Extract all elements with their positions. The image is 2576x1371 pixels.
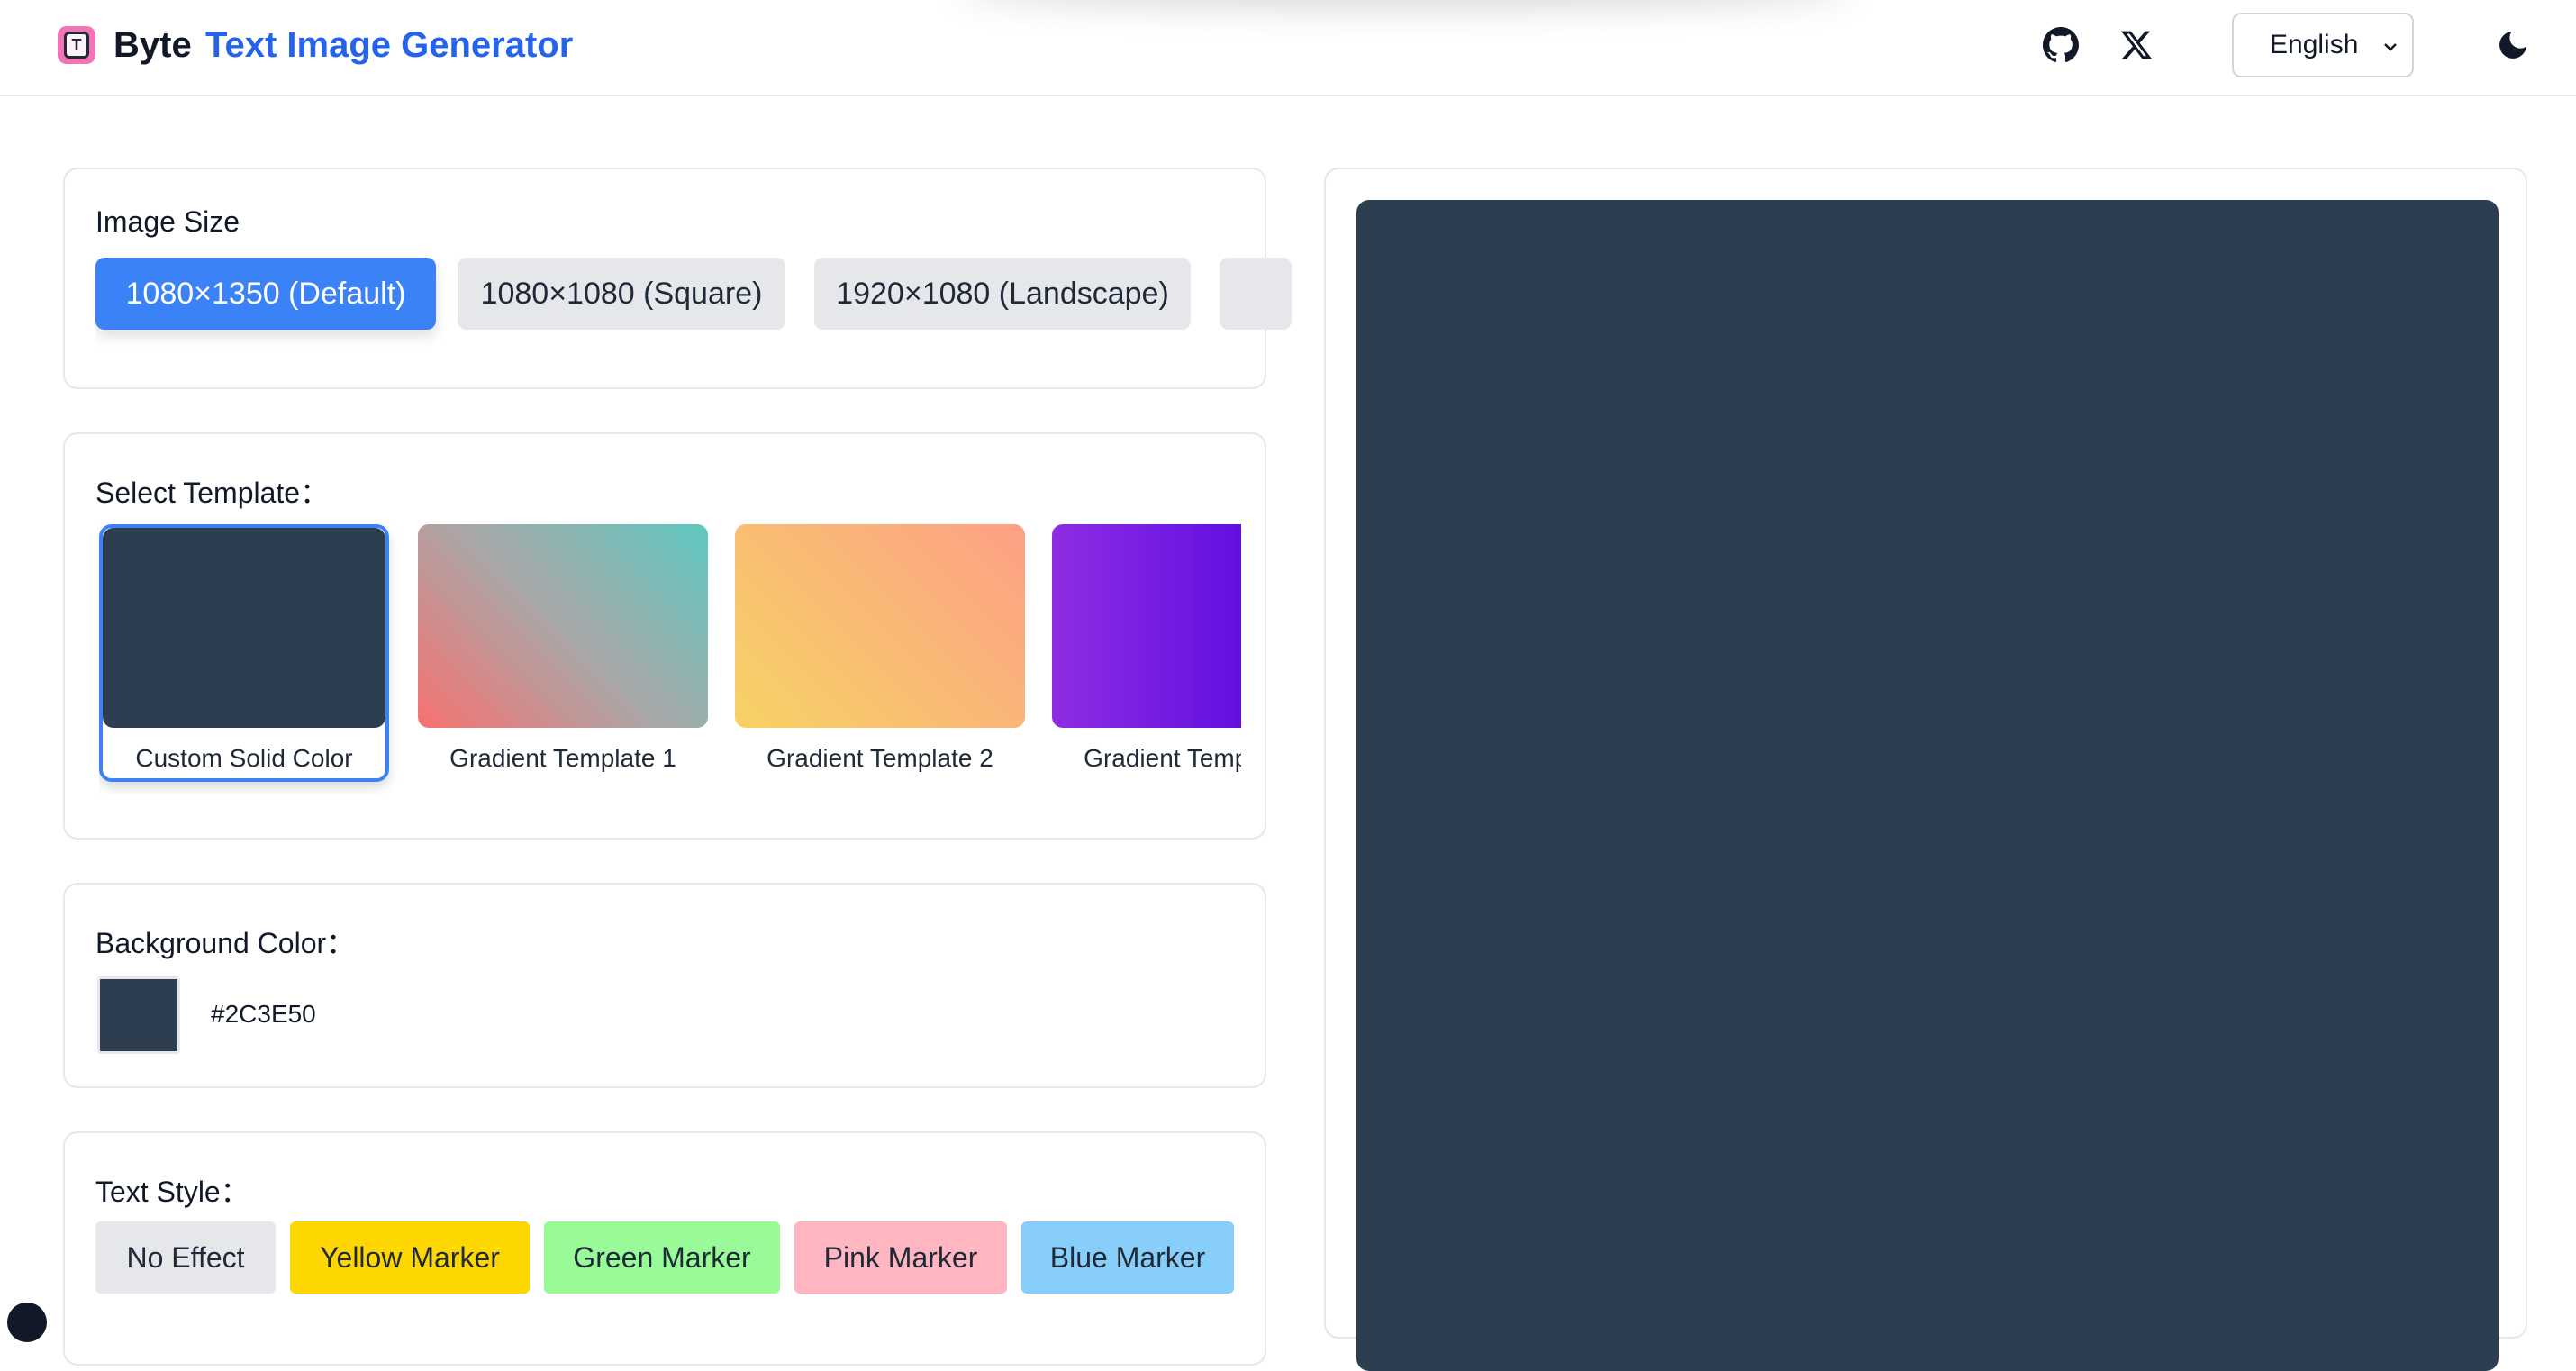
- template-label: Gradient Template 2: [766, 744, 993, 772]
- style-blue-marker[interactable]: Blue Marker: [1021, 1221, 1234, 1294]
- template-label: Custom Solid Color: [135, 744, 353, 772]
- app-logo-icon: T: [58, 26, 95, 64]
- template-label: Gradient Template 1: [449, 744, 676, 772]
- size-option-more[interactable]: [1220, 258, 1292, 330]
- template-swatch: [103, 528, 385, 728]
- template-title: Select Template：: [95, 477, 330, 509]
- template-label: Gradient Template 3: [1084, 744, 1241, 772]
- template-list: Custom Solid Color Gradient Template 1 G…: [99, 524, 1241, 794]
- language-select[interactable]: English: [2232, 13, 2414, 77]
- moon-icon[interactable]: [2491, 23, 2535, 67]
- color-hex-value: #2C3E50: [211, 1000, 316, 1028]
- style-yellow-marker[interactable]: Yellow Marker: [290, 1221, 530, 1294]
- image-size-options: 1080×1350 (Default) 1080×1080 (Square) 1…: [95, 258, 1299, 357]
- image-size-title: Image Size: [95, 205, 240, 238]
- template-gradient-2[interactable]: Gradient Template 2: [735, 524, 1025, 782]
- background-color-card: Background Color： #2C3E50: [63, 883, 1266, 1088]
- brand-subtitle: Text Image Generator: [205, 25, 574, 65]
- template-gradient-3[interactable]: Gradient Template 3: [1052, 524, 1241, 782]
- text-style-title: Text Style：: [95, 1176, 249, 1208]
- brand-name: Byte: [113, 25, 192, 65]
- style-pink-marker[interactable]: Pink Marker: [794, 1221, 1007, 1294]
- preview-card: [1324, 168, 2527, 1371]
- app-header: T Byte Text Image Generator English: [0, 0, 2576, 96]
- floating-action-icon[interactable]: [7, 1303, 47, 1342]
- github-icon[interactable]: [2039, 23, 2082, 67]
- text-style-options: No Effect Yellow Marker Green Marker Pin…: [95, 1221, 1248, 1297]
- template-swatch: [735, 524, 1025, 728]
- language-value: English: [2270, 30, 2359, 59]
- style-no-effect[interactable]: No Effect: [95, 1221, 276, 1294]
- preview-canvas: [1356, 200, 2499, 1371]
- color-picker-swatch[interactable]: [97, 976, 180, 1054]
- template-custom-solid[interactable]: Custom Solid Color: [99, 524, 389, 782]
- template-swatch: [418, 524, 708, 728]
- chevron-down-icon: [2384, 43, 2397, 51]
- template-swatch: [1052, 524, 1241, 728]
- image-size-card: Image Size 1080×1350 (Default) 1080×1080…: [63, 168, 1292, 389]
- template-gradient-1[interactable]: Gradient Template 1: [418, 524, 708, 782]
- background-color-title: Background Color：: [95, 927, 356, 959]
- style-green-marker[interactable]: Green Marker: [544, 1221, 780, 1294]
- text-style-card: Text Style： No Effect Yellow Marker Gree…: [63, 1131, 1266, 1366]
- size-option-default[interactable]: 1080×1350 (Default): [95, 258, 436, 330]
- size-option-landscape[interactable]: 1920×1080 (Landscape): [814, 258, 1191, 330]
- size-option-square[interactable]: 1080×1080 (Square): [458, 258, 785, 330]
- template-card: Select Template： Custom Solid Color Grad…: [63, 432, 1266, 840]
- x-icon[interactable]: [2115, 23, 2158, 67]
